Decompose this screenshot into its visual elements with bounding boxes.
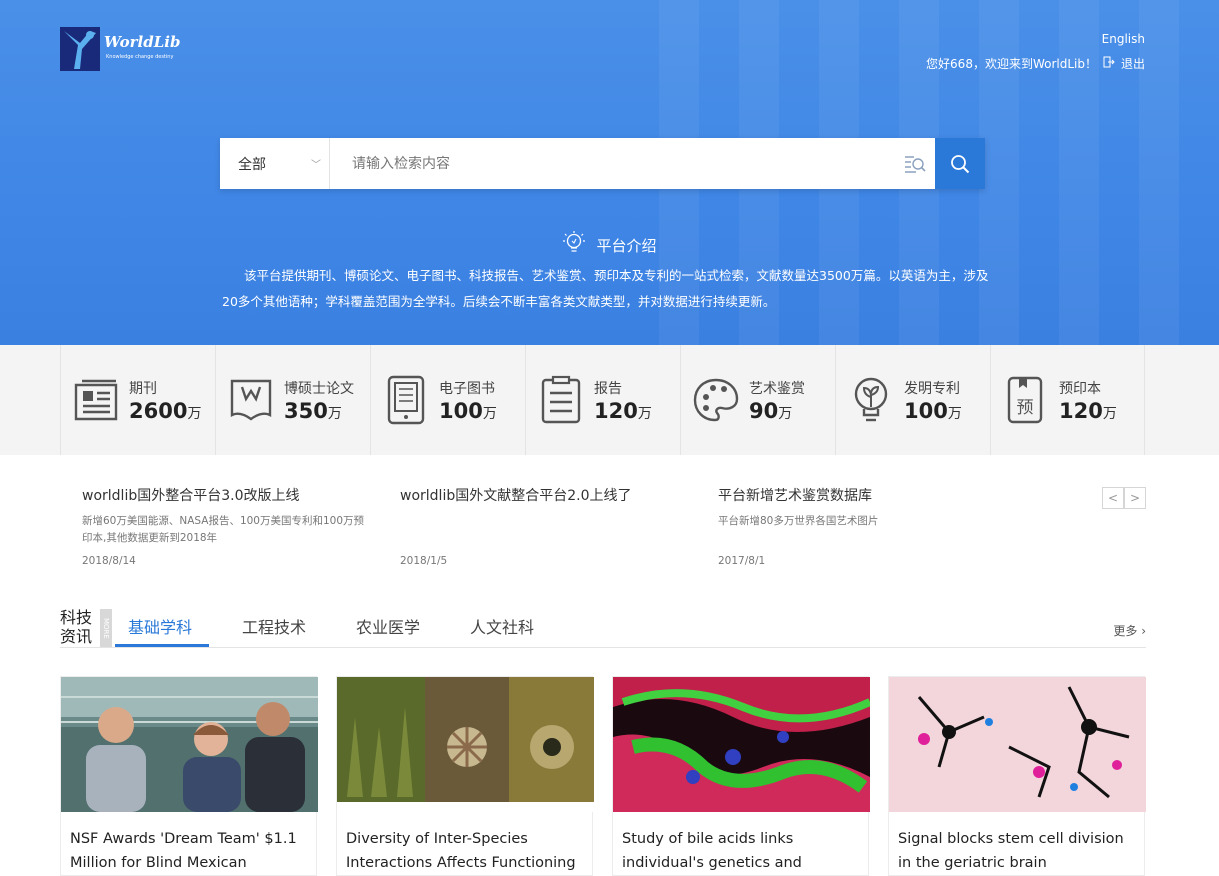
news-date: 2017/8/1 [718,555,766,567]
logout-link[interactable]: 退出 [1121,55,1145,72]
search-icon [951,154,970,173]
logo-name: WorldLib [104,33,181,51]
stat-value: 120万 [1059,399,1117,423]
intro-description: 该平台提供期刊、博硕论文、电子图书、科技报告、艺术鉴赏、预印本及专利的一站式检索… [222,268,989,309]
stat-preprint[interactable]: 预 预印本 120万 [990,345,1145,455]
logo-figure-icon [60,27,100,71]
card-image[interactable] [61,677,318,812]
tab-basic-science[interactable]: 基础学科 [128,614,192,648]
section-label: 科技 资讯 [60,608,93,646]
stat-value: 100万 [439,399,497,423]
news-date: 2018/1/5 [400,555,448,567]
intro-title: 平台介绍 [596,236,657,255]
preprint-icon: 预 [1003,375,1049,425]
language-switch-link[interactable]: English [1102,32,1145,46]
advanced-search-icon[interactable] [895,138,935,189]
card-caption[interactable]: Diversity of Inter-Species Interactions … [346,827,588,875]
report-icon [538,375,584,425]
tech-news-tabs: 科技 资讯 MORE 基础学科 工程技术 农业医学 人文社科 更多 › [60,606,1146,648]
stat-label: 预印本 [1059,381,1101,397]
tab-engineering[interactable]: 工程技术 [242,614,306,648]
site-logo[interactable]: WorldLib Knowledge change destiny [60,27,180,71]
news-next-button[interactable]: > [1124,487,1146,509]
tab-humanities[interactable]: 人文社科 [470,614,534,648]
news-card[interactable]: Study of bile acids links individual's g… [612,676,870,876]
news-date: 2018/8/14 [82,555,136,567]
search-scope-select[interactable]: 全部 ﹀ [220,138,330,189]
stat-value: 350万 [284,399,342,423]
card-caption[interactable]: Study of bile acids links individual's g… [622,827,864,875]
stat-value: 120万 [594,399,652,423]
stat-label: 期刊 [129,381,157,397]
card-image[interactable] [889,677,1146,812]
search-scope-value: 全部 [238,156,266,173]
stat-ebook[interactable]: 电子图书 100万 [370,345,525,455]
more-link[interactable]: 更多 › [1113,622,1146,639]
stat-journal[interactable]: 期刊 2600万 [60,345,215,455]
news-title[interactable]: worldlib国外文献整合平台2.0上线了 [400,485,690,505]
stat-label: 报告 [594,381,622,397]
news-carousel-nav: < > [1102,487,1146,509]
stat-report[interactable]: 报告 120万 [525,345,680,455]
stat-label: 艺术鉴赏 [749,381,805,397]
preprint-icon-char: 预 [1017,398,1034,418]
news-description: 平台新增80多万世界各国艺术图片 [718,515,879,527]
chevron-down-icon: ﹀ [311,160,321,171]
welcome-text: 您好668，欢迎来到WorldLib！ [926,57,1097,71]
search-input[interactable] [330,138,895,189]
news-card[interactable]: NSF Awards 'Dream Team' $1.1 Million for… [60,676,318,876]
tab-agri-medicine[interactable]: 农业医学 [356,614,420,648]
stat-label: 发明专利 [904,381,960,397]
news-title[interactable]: 平台新增艺术鉴赏数据库 [718,485,1008,505]
active-tab-indicator [115,644,209,647]
search-bar: 全部 ﹀ [220,138,985,189]
chevron-right-icon: › [1137,624,1146,638]
hero-banner: WorldLib Knowledge change destiny Englis… [0,0,1219,345]
search-button[interactable] [935,138,985,189]
stats-strip: 期刊 2600万 博硕士论文 350万 电子图书 100万 报告 120万 艺术… [0,345,1219,455]
journal-icon [73,375,119,425]
news-title[interactable]: worldlib国外整合平台3.0改版上线 [82,485,372,505]
user-welcome: 您好668，欢迎来到WorldLib！ 退出 [926,55,1145,72]
card-image[interactable] [613,677,870,812]
lightbulb-icon [848,375,894,425]
stat-value: 90万 [749,399,793,423]
news-item[interactable]: 平台新增艺术鉴赏数据库 平台新增80多万世界各国艺术图片 2017/8/1 [718,485,1008,567]
card-image[interactable] [337,677,594,812]
lightbulb-icon [562,230,586,260]
news-item[interactable]: worldlib国外文献整合平台2.0上线了 2018/1/5 [400,485,690,567]
logout-icon[interactable] [1103,56,1115,71]
stat-label: 博硕士论文 [284,381,354,397]
card-caption[interactable]: Signal blocks stem cell division in the … [898,827,1140,875]
ebook-icon [383,375,429,425]
logo-tagline: Knowledge change destiny [106,54,174,60]
intro-heading: 平台介绍 [0,230,1219,260]
stat-thesis[interactable]: 博硕士论文 350万 [215,345,370,455]
stat-value: 2600万 [129,399,202,423]
stat-value: 100万 [904,399,962,423]
thesis-icon [228,375,274,425]
news-card[interactable]: Signal blocks stem cell division in the … [888,676,1146,876]
stat-art[interactable]: 艺术鉴赏 90万 [680,345,835,455]
news-card[interactable]: Diversity of Inter-Species Interactions … [336,676,594,876]
news-item[interactable]: worldlib国外整合平台3.0改版上线 新增60万美国能源、NASA报告、1… [82,485,372,567]
stat-patent[interactable]: 发明专利 100万 [835,345,990,455]
palette-icon [693,375,739,425]
stat-label: 电子图书 [439,381,495,397]
news-prev-button[interactable]: < [1102,487,1124,509]
news-description: 新增60万美国能源、NASA报告、100万美国专利和100万预印本,其他数据更新… [82,515,365,544]
card-caption[interactable]: NSF Awards 'Dream Team' $1.1 Million for… [70,827,312,875]
more-tag: MORE [100,609,112,647]
